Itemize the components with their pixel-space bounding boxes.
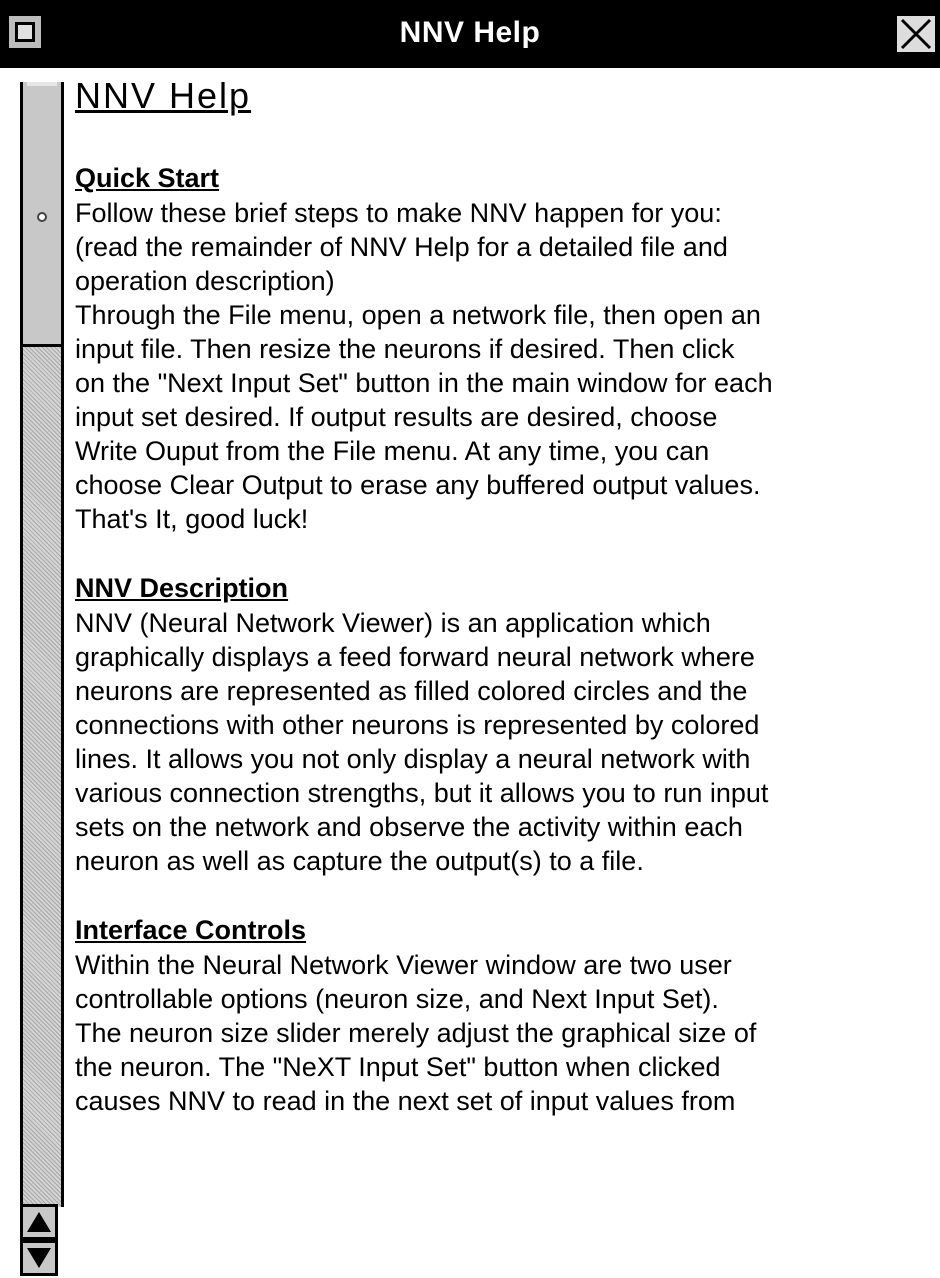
- help-content: NNV Help Quick Start Follow these brief …: [75, 74, 937, 1118]
- section-body-nnv-description: NNV (Neural Network Viewer) is an applic…: [75, 608, 769, 876]
- help-heading: NNV Help: [75, 75, 252, 116]
- scroll-thumb[interactable]: [20, 82, 64, 347]
- arrow-down-icon: [27, 1248, 51, 1268]
- close-icon: [900, 18, 932, 50]
- section-title-interface-controls: Interface Controls: [75, 915, 307, 945]
- section-title-nnv-description: NNV Description: [75, 573, 289, 603]
- scroll-down-button[interactable]: [20, 1240, 58, 1276]
- window-titlebar[interactable]: NNV Help: [0, 0, 940, 68]
- section-body-quick-start: Follow these brief steps to make NNV hap…: [75, 198, 773, 534]
- section-body-interface-controls: Within the Neural Network Viewer window …: [75, 950, 757, 1116]
- thumb-grip-icon: [37, 212, 47, 222]
- vertical-scrollbar[interactable]: [0, 68, 68, 1276]
- arrow-up-icon: [27, 1212, 51, 1232]
- close-button[interactable]: [894, 13, 938, 55]
- section-title-quick-start: Quick Start: [75, 163, 220, 193]
- scroll-up-button[interactable]: [20, 1204, 58, 1240]
- window-title: NNV Help: [399, 16, 541, 49]
